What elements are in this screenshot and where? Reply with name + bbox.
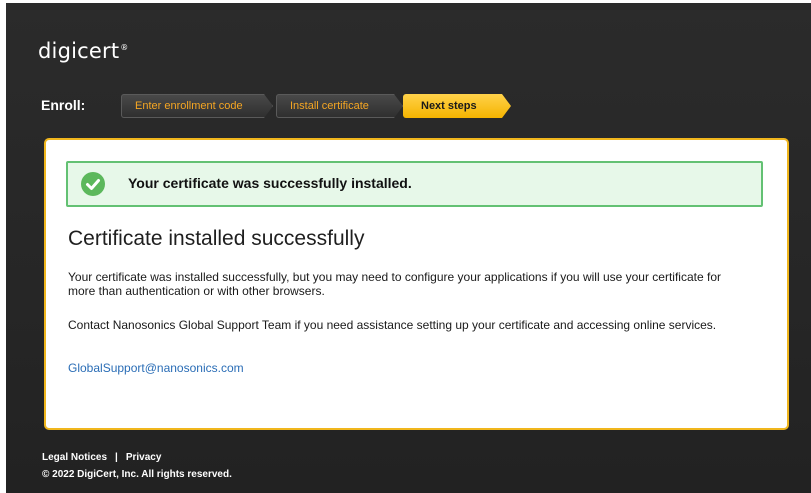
logo-text: digicert — [38, 39, 120, 63]
info-paragraph: Your certificate was installed successfu… — [68, 270, 721, 298]
success-alert: Your certificate was successfully instal… — [66, 161, 763, 207]
page-frame: digicert® Enroll: Enter enrollment code … — [6, 3, 811, 493]
step-enter-enrollment-code: Enter enrollment code — [121, 94, 273, 118]
step-install-certificate: Install certificate — [276, 94, 403, 118]
footer-separator: | — [115, 452, 118, 463]
digicert-logo: digicert® — [38, 39, 128, 63]
step-next-steps: Next steps — [403, 94, 511, 118]
logo-mark: ® — [120, 43, 129, 52]
success-message: Your certificate was successfully instal… — [128, 175, 412, 191]
check-circle-icon — [81, 172, 105, 196]
enroll-label: Enroll: — [41, 97, 86, 113]
copyright-text: © 2022 DigiCert, Inc. All rights reserve… — [42, 469, 232, 480]
page-title: Certificate installed successfully — [68, 227, 365, 250]
privacy-link[interactable]: Privacy — [126, 452, 162, 463]
content-card: Your certificate was successfully instal… — [44, 138, 789, 430]
support-paragraph: Contact Nanosonics Global Support Team i… — [68, 318, 717, 332]
footer-links: Legal Notices | Privacy — [42, 452, 161, 463]
support-email-link[interactable]: GlobalSupport@nanosonics.com — [68, 361, 244, 375]
legal-notices-link[interactable]: Legal Notices — [42, 452, 107, 463]
